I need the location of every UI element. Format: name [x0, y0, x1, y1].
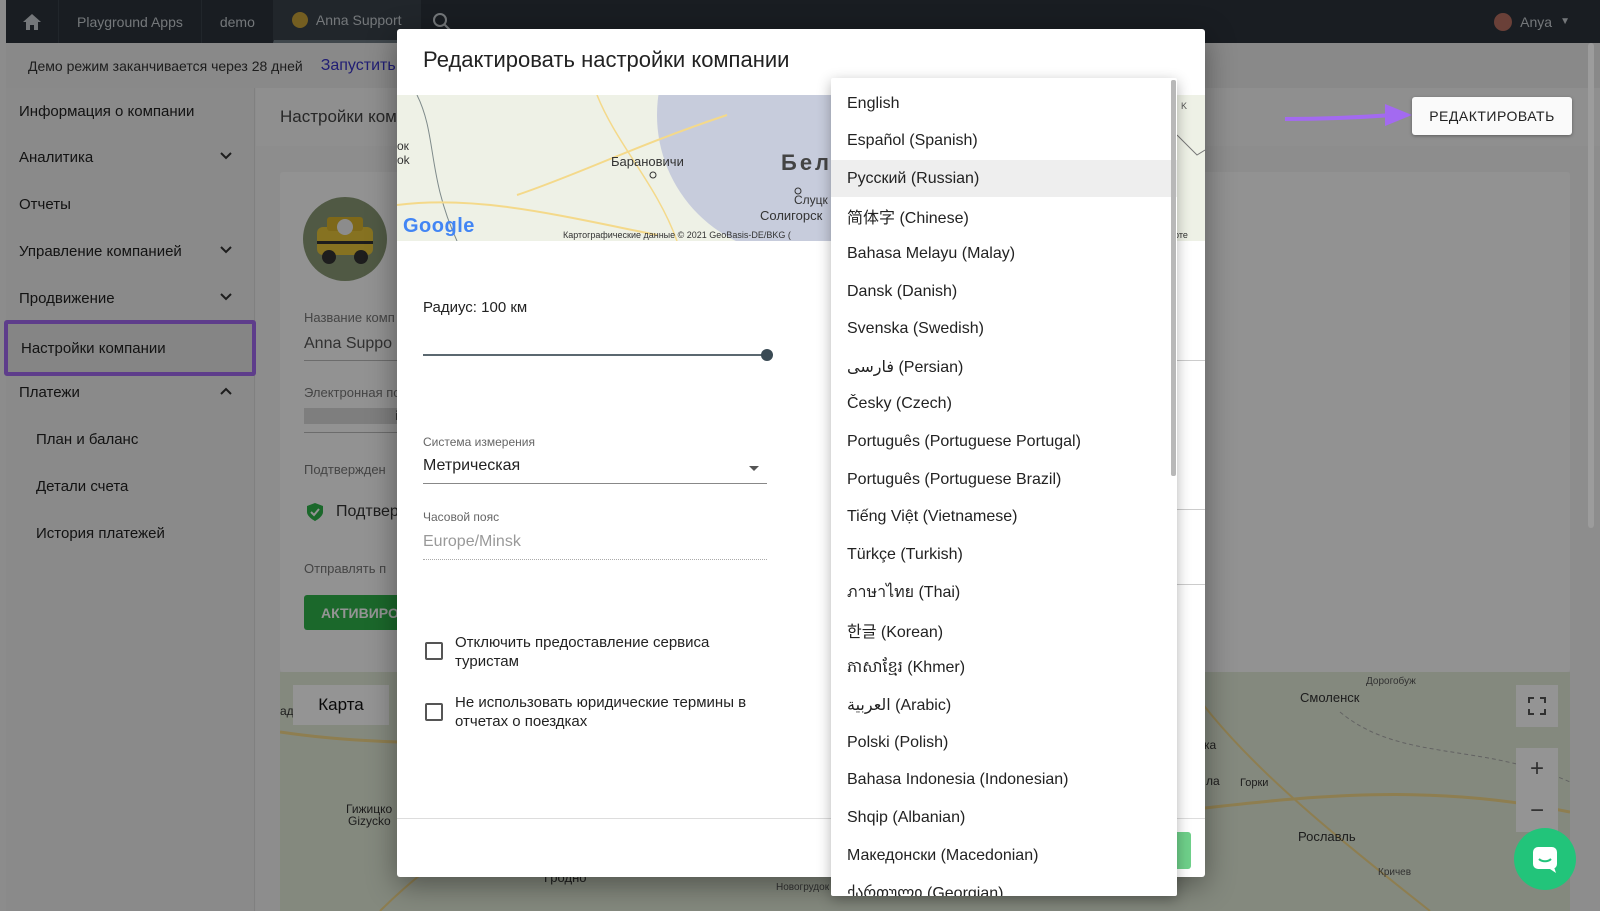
language-option[interactable]: English: [831, 85, 1177, 122]
language-option[interactable]: Svenska (Swedish): [831, 311, 1177, 348]
chat-icon: [1533, 847, 1557, 873]
scrollbar-thumb[interactable]: [1588, 43, 1594, 528]
language-option[interactable]: Bahasa Indonesia (Indonesian): [831, 762, 1177, 799]
checkbox-label: Не использовать юридические термины в от…: [455, 694, 747, 730]
language-option[interactable]: Polski (Polish): [831, 724, 1177, 761]
divider: [423, 559, 767, 560]
language-option[interactable]: Español (Spanish): [831, 123, 1177, 160]
map-credits: Картографические данные © 2021 GeoBasis-…: [563, 230, 791, 240]
radius-slider-track[interactable]: [423, 354, 767, 356]
timezone-label: Часовой пояс: [423, 510, 500, 524]
divider: [1177, 360, 1205, 361]
dialog-title: Редактировать настройки компании: [423, 47, 790, 72]
language-option[interactable]: 简体字 (Chinese): [831, 198, 1177, 235]
edit-button[interactable]: РЕДАКТИРОВАТЬ: [1412, 97, 1572, 135]
divider: [1177, 584, 1205, 585]
divider: [423, 483, 767, 484]
measure-select[interactable]: Метрическая: [423, 457, 520, 475]
chevron-down-icon: [749, 466, 759, 471]
language-option[interactable]: Česky (Czech): [831, 386, 1177, 423]
radius-slider-handle[interactable]: [761, 349, 773, 361]
map-place-label: K: [1181, 101, 1188, 111]
language-option[interactable]: Dansk (Danish): [831, 273, 1177, 310]
language-option[interactable]: العربية (Arabic): [831, 687, 1177, 724]
map-place-label: Бел: [781, 150, 833, 175]
map-place-label: ок: [397, 139, 409, 153]
language-option[interactable]: Tiếng Việt (Vietnamese): [831, 499, 1177, 536]
language-option[interactable]: Português (Portuguese Brazil): [831, 461, 1177, 498]
language-option[interactable]: Shqip (Albanian): [831, 799, 1177, 836]
language-option[interactable]: 한글 (Korean): [831, 611, 1177, 648]
map-place-label: ok: [397, 153, 410, 167]
language-option[interactable]: Türkçe (Turkish): [831, 536, 1177, 573]
no-legal-terms-checkbox[interactable]: [425, 703, 443, 721]
page-scrollbar[interactable]: [1588, 43, 1596, 911]
language-option[interactable]: Русский (Russian): [831, 160, 1177, 198]
map-place-label: Солигорск: [760, 208, 823, 223]
language-option[interactable]: ქართული (Georgian): [831, 875, 1177, 896]
chat-button[interactable]: [1514, 828, 1576, 890]
divider: [1177, 509, 1205, 510]
radius-label: Радиус: 100 км: [423, 299, 528, 316]
timezone-value: Europe/Minsk: [423, 533, 521, 550]
language-option[interactable]: ภาษาไทย (Thai): [831, 574, 1177, 611]
language-option[interactable]: ភាសាខ្មែរ (Khmer): [831, 649, 1177, 686]
annotation-arrow-icon: [1285, 104, 1412, 126]
map-place-label: Слуцк: [794, 193, 828, 207]
language-option[interactable]: Македонски (Macedonian): [831, 837, 1177, 874]
google-logo: Google: [403, 215, 475, 237]
language-option[interactable]: Português (Portuguese Portugal): [831, 423, 1177, 460]
map-place-label: Барановичи: [611, 154, 684, 169]
measure-label: Система измерения: [423, 435, 535, 449]
language-dropdown-scrollbar[interactable]: [1171, 80, 1176, 476]
checkbox-label: Отключить предоставление сервиса туриста…: [455, 634, 710, 670]
disable-tourist-service-checkbox[interactable]: [425, 642, 443, 660]
language-option[interactable]: Bahasa Melayu (Malay): [831, 235, 1177, 272]
language-option[interactable]: فارسی (Persian): [831, 348, 1177, 385]
language-dropdown[interactable]: English Español (Spanish) Русский (Russian…: [831, 78, 1177, 896]
